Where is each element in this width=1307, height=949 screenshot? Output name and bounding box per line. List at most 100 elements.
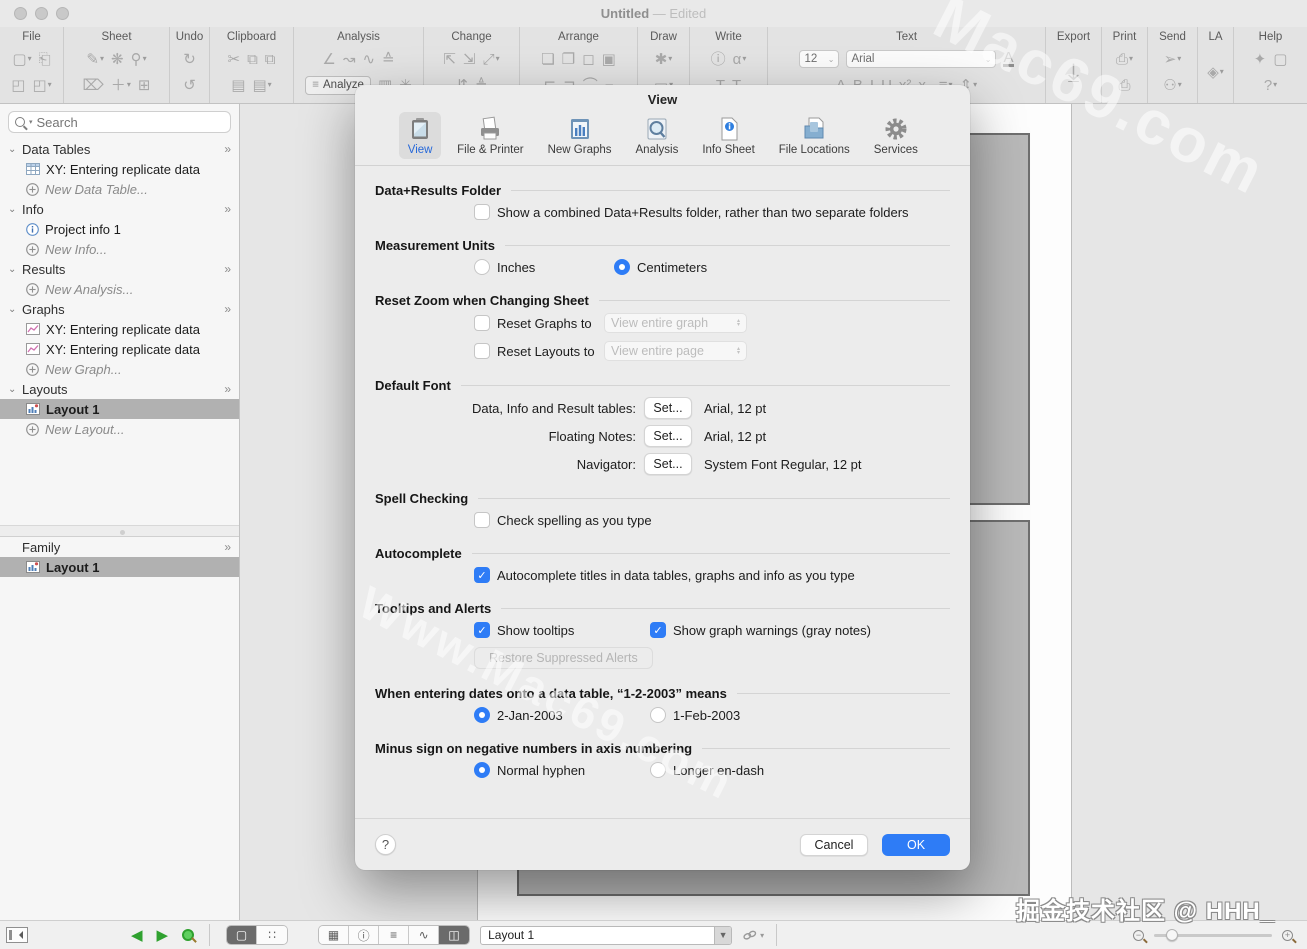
- sidebar-item[interactable]: Layout 1: [0, 399, 239, 419]
- edit-sheet-icon[interactable]: ✎ ▾: [86, 52, 104, 67]
- tutorials-icon[interactable]: ✦: [1254, 52, 1267, 67]
- help-button[interactable]: ?: [375, 834, 396, 855]
- duplicate-sheet-icon[interactable]: ⊞: [138, 78, 151, 93]
- font-size-select[interactable]: 12 ⌄: [799, 50, 840, 68]
- share-icon[interactable]: ⚇ ▾: [1163, 78, 1181, 93]
- search-field[interactable]: ▾: [8, 111, 231, 133]
- copy-icon[interactable]: ⧉: [247, 52, 258, 67]
- zoom-in-icon[interactable]: +: [1282, 929, 1293, 941]
- nonlinear-fit-icon[interactable]: ↝: [343, 52, 356, 67]
- new-sheet-icon[interactable]: ＋ ▾: [111, 78, 131, 93]
- export-image-icon[interactable]: ⤓: [1068, 59, 1080, 85]
- dialog-tab-file-printer[interactable]: File & Printer: [449, 112, 531, 159]
- spell-check-checkbox[interactable]: [474, 512, 490, 528]
- resize-icon[interactable]: ⤢ ▾: [483, 52, 500, 67]
- sidebar-item[interactable]: Layout 1: [0, 557, 239, 577]
- save-icon[interactable]: ◰: [11, 78, 25, 93]
- paste-style-icon[interactable]: ⧉: [265, 52, 276, 67]
- group-objects-icon[interactable]: ▣: [602, 52, 616, 67]
- freeze-sheet-icon[interactable]: ❋: [111, 52, 124, 67]
- sidebar-item[interactable]: New Info...: [0, 239, 239, 259]
- show-tooltips-checkbox[interactable]: ✓: [474, 622, 490, 638]
- restore-alerts-button[interactable]: Restore Suppressed Alerts: [474, 647, 653, 669]
- print-icon[interactable]: ⎙ ▾: [1116, 52, 1133, 67]
- statistics-icon[interactable]: ≙: [382, 52, 395, 67]
- dialog-tab-file-locations[interactable]: File Locations: [771, 112, 858, 159]
- layout-selector[interactable]: Layout 1 ▼: [480, 925, 733, 945]
- graph-warnings-checkbox[interactable]: ✓: [650, 622, 666, 638]
- reset-layouts-dropdown[interactable]: View entire page ▴ ▾: [604, 341, 747, 361]
- inches-radio[interactable]: [474, 259, 490, 275]
- save-as-icon[interactable]: ◰ ▾: [32, 78, 51, 93]
- dialog-tab-new-graphs[interactable]: New Graphs: [540, 112, 620, 159]
- greek-letters-icon[interactable]: α ▾: [733, 52, 747, 67]
- sidebar-section-graphs[interactable]: ⌄ Graphs »: [0, 299, 239, 319]
- tables-font-set-button[interactable]: Set...: [644, 397, 692, 419]
- lock-object-icon[interactable]: ◻: [582, 52, 594, 67]
- results-view-button[interactable]: ≡: [379, 926, 410, 944]
- dialog-tab-analysis[interactable]: Analysis: [628, 112, 687, 159]
- sidebar-item[interactable]: New Layout...: [0, 419, 239, 439]
- cancel-button[interactable]: Cancel: [800, 833, 868, 856]
- layout-view-button[interactable]: ◫: [439, 926, 470, 944]
- sidebar-item[interactable]: New Data Table...: [0, 179, 239, 199]
- linked-sheets-button[interactable]: ▾: [742, 929, 764, 941]
- send-file-icon[interactable]: ➢ ▾: [1164, 52, 1182, 67]
- send-backward-icon[interactable]: ❐: [562, 52, 575, 67]
- hyphen-radio[interactable]: [474, 762, 490, 778]
- redo-icon[interactable]: ↻: [183, 52, 196, 67]
- sidebar-section-family[interactable]: Family »: [0, 537, 239, 557]
- delete-sheet-icon[interactable]: ⌦: [83, 78, 104, 93]
- open-file-icon[interactable]: ⎗: [39, 52, 51, 67]
- sidebar-item[interactable]: New Analysis...: [0, 279, 239, 299]
- new-file-icon[interactable]: ▢ ▾: [12, 52, 31, 67]
- change-data-icon[interactable]: ⇲: [463, 52, 476, 67]
- page-view-button[interactable]: ▢: [227, 926, 258, 944]
- sidebar-section-layouts[interactable]: ⌄ Layouts »: [0, 379, 239, 399]
- prev-sheet-button[interactable]: ◀: [131, 926, 143, 944]
- sidebar-section-results[interactable]: ⌄ Results »: [0, 259, 239, 279]
- centimeters-radio[interactable]: [614, 259, 630, 275]
- sidebar-item[interactable]: Project info 1: [0, 219, 239, 239]
- sidebar-section-info[interactable]: ⌄ Info »: [0, 199, 239, 219]
- bring-forward-icon[interactable]: ❏: [541, 52, 554, 67]
- print-preview-icon[interactable]: ⎙: [1118, 78, 1130, 93]
- paste-icon[interactable]: ▤: [231, 78, 245, 93]
- curve-fit-icon[interactable]: ∿: [362, 52, 375, 67]
- collapse-sidebar-button[interactable]: [6, 927, 28, 943]
- change-format-icon[interactable]: ⇱: [443, 52, 456, 67]
- sidebar-item[interactable]: XY: Entering replicate data: [0, 339, 239, 359]
- reset-graphs-checkbox[interactable]: [474, 315, 490, 331]
- zoom-slider[interactable]: [1154, 928, 1272, 941]
- sidebar-item[interactable]: XY: Entering replicate data: [0, 159, 239, 179]
- reset-layouts-checkbox[interactable]: [474, 343, 490, 359]
- notes-font-set-button[interactable]: Set...: [644, 425, 692, 447]
- zoom-out-icon[interactable]: −: [1133, 929, 1144, 941]
- paste-menu-icon[interactable]: ▤ ▾: [252, 78, 271, 93]
- autocomplete-titles-checkbox[interactable]: ✓: [474, 567, 490, 583]
- font-color-icon[interactable]: A: [1003, 50, 1014, 68]
- sidebar-item[interactable]: New Graph...: [0, 359, 239, 379]
- dialog-tab-info-sheet[interactable]: Info Sheet: [694, 112, 762, 159]
- guides-icon[interactable]: ▢: [1273, 52, 1287, 67]
- linear-regression-icon[interactable]: ∠: [322, 52, 335, 67]
- help-menu-icon[interactable]: ? ▾: [1264, 78, 1277, 93]
- floating-note-icon[interactable]: ⓘ: [711, 52, 726, 67]
- graph-view-button[interactable]: ∿: [409, 926, 440, 944]
- sidebar-splitter[interactable]: [0, 525, 239, 537]
- endash-radio[interactable]: [650, 762, 666, 778]
- next-sheet-button[interactable]: ▶: [157, 926, 169, 944]
- pin-sheet-icon[interactable]: ⚲ ▾: [131, 52, 147, 67]
- learn-icon[interactable]: ◈ ▾: [1207, 65, 1224, 80]
- dialog-tab-view[interactable]: View: [399, 112, 442, 159]
- gallery-view-button[interactable]: ∷: [257, 926, 288, 944]
- date-jan-radio[interactable]: [474, 707, 490, 723]
- search-input[interactable]: [36, 114, 224, 130]
- combined-folder-checkbox[interactable]: [474, 204, 490, 220]
- draw-tool-icon[interactable]: ✱ ▾: [655, 52, 673, 67]
- ok-button[interactable]: OK: [882, 833, 950, 856]
- sidebar-item[interactable]: XY: Entering replicate data: [0, 319, 239, 339]
- reset-graphs-dropdown[interactable]: View entire graph ▴ ▾: [604, 313, 747, 333]
- sidebar-section-data-tables[interactable]: ⌄ Data Tables »: [0, 139, 239, 159]
- cut-icon[interactable]: ✂: [227, 52, 240, 67]
